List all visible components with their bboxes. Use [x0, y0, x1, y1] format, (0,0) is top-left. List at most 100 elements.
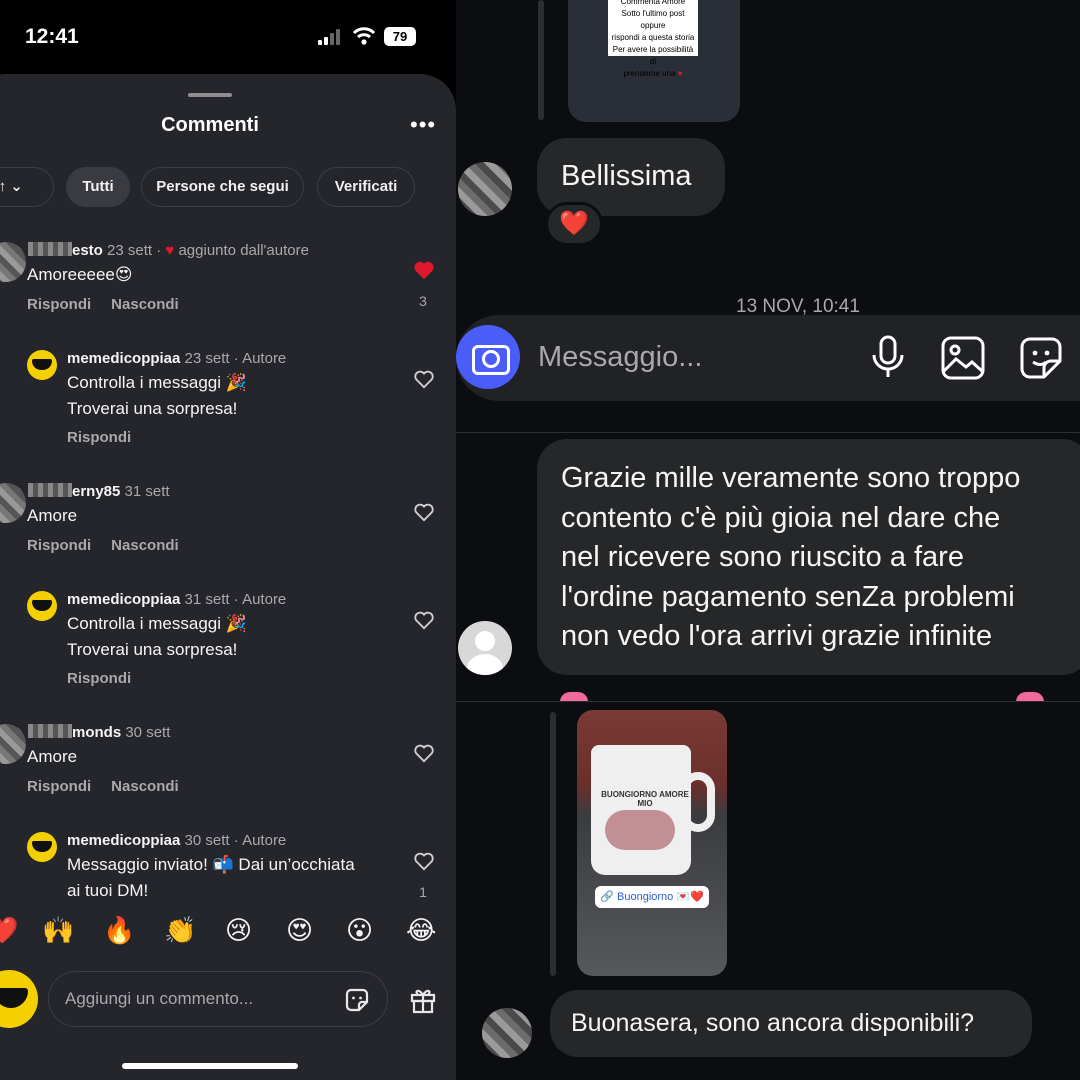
story-line-3: rispondi a questa storia [611, 33, 695, 42]
message-line: non vedo l'ora arrivi grazie infinite [561, 620, 993, 652]
avatar[interactable] [27, 591, 57, 621]
heart-filled-icon[interactable] [413, 260, 435, 280]
comment-line: Controlla i messaggi 🎉 [67, 373, 247, 392]
comment-line: Troverai una sorpresa! [67, 640, 238, 659]
comment-input[interactable]: Aggiungi un commento... [48, 971, 388, 1027]
comment-username[interactable]: memedicoppiaa [67, 832, 180, 849]
sender-avatar[interactable] [458, 162, 512, 216]
like-count: 1 [419, 884, 427, 900]
sticker-icon[interactable] [1018, 335, 1064, 381]
emoji-heart-eyes[interactable]: 😍 [286, 915, 313, 946]
mug-photo[interactable]: BUONGIORNO AMORE MIO 🔗 Buongiorno 💌❤️ [577, 710, 727, 976]
heart-outline-icon[interactable] [413, 851, 435, 871]
comment-line: Troverai una sorpresa! [67, 399, 238, 418]
hide-button[interactable]: Nascondi [111, 296, 179, 313]
filter-all[interactable]: Tutti [66, 167, 130, 207]
message-input[interactable]: Messaggio... [538, 341, 702, 374]
status-time: 12:41 [25, 25, 79, 48]
chevron-down-icon: ⌄ [10, 178, 23, 195]
comment-line: Controlla i messaggi 🎉 [67, 614, 247, 633]
comment-username[interactable]: memedicoppiaa [67, 350, 180, 367]
message-text: Grazie mille veramente sono troppo conte… [561, 459, 1020, 657]
comment-text: Amore [27, 506, 78, 525]
comment-time: 31 sett [124, 483, 170, 500]
more-options-icon[interactable]: ••• [410, 112, 436, 138]
reply-line [538, 0, 544, 120]
story-line-4: Per avere la possibilità di [612, 45, 694, 66]
emoji-cry[interactable]: 😢 [225, 915, 252, 946]
hide-button[interactable]: Nascondi [111, 537, 179, 554]
filter-verified[interactable]: Verificati [317, 167, 415, 207]
reply-line [550, 712, 556, 976]
emoji-clap[interactable]: 👏 [164, 915, 196, 946]
comment-text: Messaggio inviato! 📬 Dai un’occhiata ai … [67, 852, 355, 898]
emoji-raised-hands[interactable]: 🙌 [42, 915, 74, 946]
sort-icon: ↓↑ [0, 178, 7, 195]
sender-avatar[interactable] [482, 1008, 532, 1058]
story-line-5: prenderne una [623, 69, 676, 78]
camera-button[interactable] [456, 325, 520, 389]
emoji-laugh[interactable]: 😂 [406, 915, 436, 946]
dm-thread: Commenta Amore Sotto l'ultimo post oppur… [456, 0, 1080, 1080]
comment-username[interactable]: monds [72, 724, 121, 741]
microphone-icon[interactable] [870, 335, 906, 381]
heart-outline-icon[interactable] [413, 502, 435, 522]
message-text: Buonasera, sono ancora disponibili? [571, 1009, 975, 1037]
gallery-icon[interactable] [940, 335, 986, 381]
message-line: contento c'è più gioia nel dare che [561, 501, 1001, 534]
heart-icon: ♥ [677, 69, 683, 78]
message-line: l'ordine pagamento senZa problemi [561, 580, 1015, 613]
message-bubble[interactable]: Grazie mille veramente sono troppo conte… [537, 439, 1080, 675]
comment-text: Controlla i messaggi 🎉 Troverai una sorp… [67, 370, 247, 422]
message-line: Grazie mille veramente sono troppo [561, 462, 1021, 494]
reply-button[interactable]: Rispondi [67, 429, 131, 446]
comments-panel: 12:41 79 Commenti ••• ↓↑ ⌄ Tutti Persone… [0, 0, 456, 1080]
heart-outline-icon[interactable] [413, 610, 435, 630]
message-line: nel ricevere sono riuscito a fare [561, 541, 964, 573]
message-reaction[interactable]: ❤️ [545, 202, 603, 246]
status-bar: 12:41 79 [0, 0, 456, 74]
sort-button[interactable]: ↓↑ ⌄ [0, 167, 54, 207]
avatar[interactable] [27, 832, 57, 862]
avatar[interactable] [27, 350, 57, 380]
story-line-2: Sotto l'ultimo post oppure [621, 9, 685, 30]
comment-time: 23 sett [184, 350, 230, 367]
comment-header: memedicoppiaa 30 sett · Autore [67, 832, 286, 849]
comment-username[interactable]: esto [72, 242, 103, 259]
wifi-icon [352, 27, 376, 45]
heart-outline-icon[interactable] [413, 743, 435, 763]
reply-button[interactable]: Rispondi [27, 778, 91, 795]
sheet-grabber[interactable] [188, 93, 232, 97]
sender-avatar-default[interactable] [458, 621, 512, 675]
reply-button[interactable]: Rispondi [67, 670, 131, 687]
sheet-title: Commenti [161, 114, 259, 136]
emoji-surprised[interactable]: 😮 [346, 915, 373, 946]
comment-username[interactable]: memedicoppiaa [67, 591, 180, 608]
sticker-icon[interactable] [343, 986, 371, 1014]
blurred-username [28, 483, 72, 497]
comment-username[interactable]: erny85 [72, 483, 120, 500]
emoji-fire[interactable]: 🔥 [103, 915, 135, 946]
emoji-heart[interactable]: ❤️ [0, 915, 18, 946]
comment-header: monds 30 sett [28, 724, 170, 741]
divider [456, 432, 1080, 433]
blurred-username [28, 242, 72, 256]
reply-button[interactable]: Rispondi [27, 296, 91, 313]
gift-icon[interactable] [408, 985, 438, 1015]
reply-button[interactable]: Rispondi [27, 537, 91, 554]
battery-indicator: 79 [384, 27, 416, 46]
comment-header: memedicoppiaa 31 sett · Autore [67, 591, 286, 608]
comment-placeholder: Aggiungi un commento... [65, 989, 254, 1008]
author-heart-icon: ♥ [165, 242, 175, 259]
story-card: Commenta Amore Sotto l'ultimo post oppur… [608, 0, 698, 78]
message-text: Bellissima [561, 160, 692, 192]
hide-button[interactable]: Nascondi [111, 778, 179, 795]
comment-text: Amoreeeee😍 [27, 265, 133, 284]
heart-outline-icon[interactable] [413, 369, 435, 389]
like-count: 3 [419, 293, 427, 309]
mug-text: BUONGIORNO AMORE MIO [601, 790, 689, 808]
story-reply-thumbnail[interactable]: Commenta Amore Sotto l'ultimo post oppur… [568, 0, 740, 122]
message-bubble[interactable]: Buonasera, sono ancora disponibili? [550, 990, 1032, 1057]
link-sticker[interactable]: 🔗 Buongiorno 💌❤️ [595, 886, 709, 908]
filter-following[interactable]: Persone che segui [141, 167, 304, 207]
